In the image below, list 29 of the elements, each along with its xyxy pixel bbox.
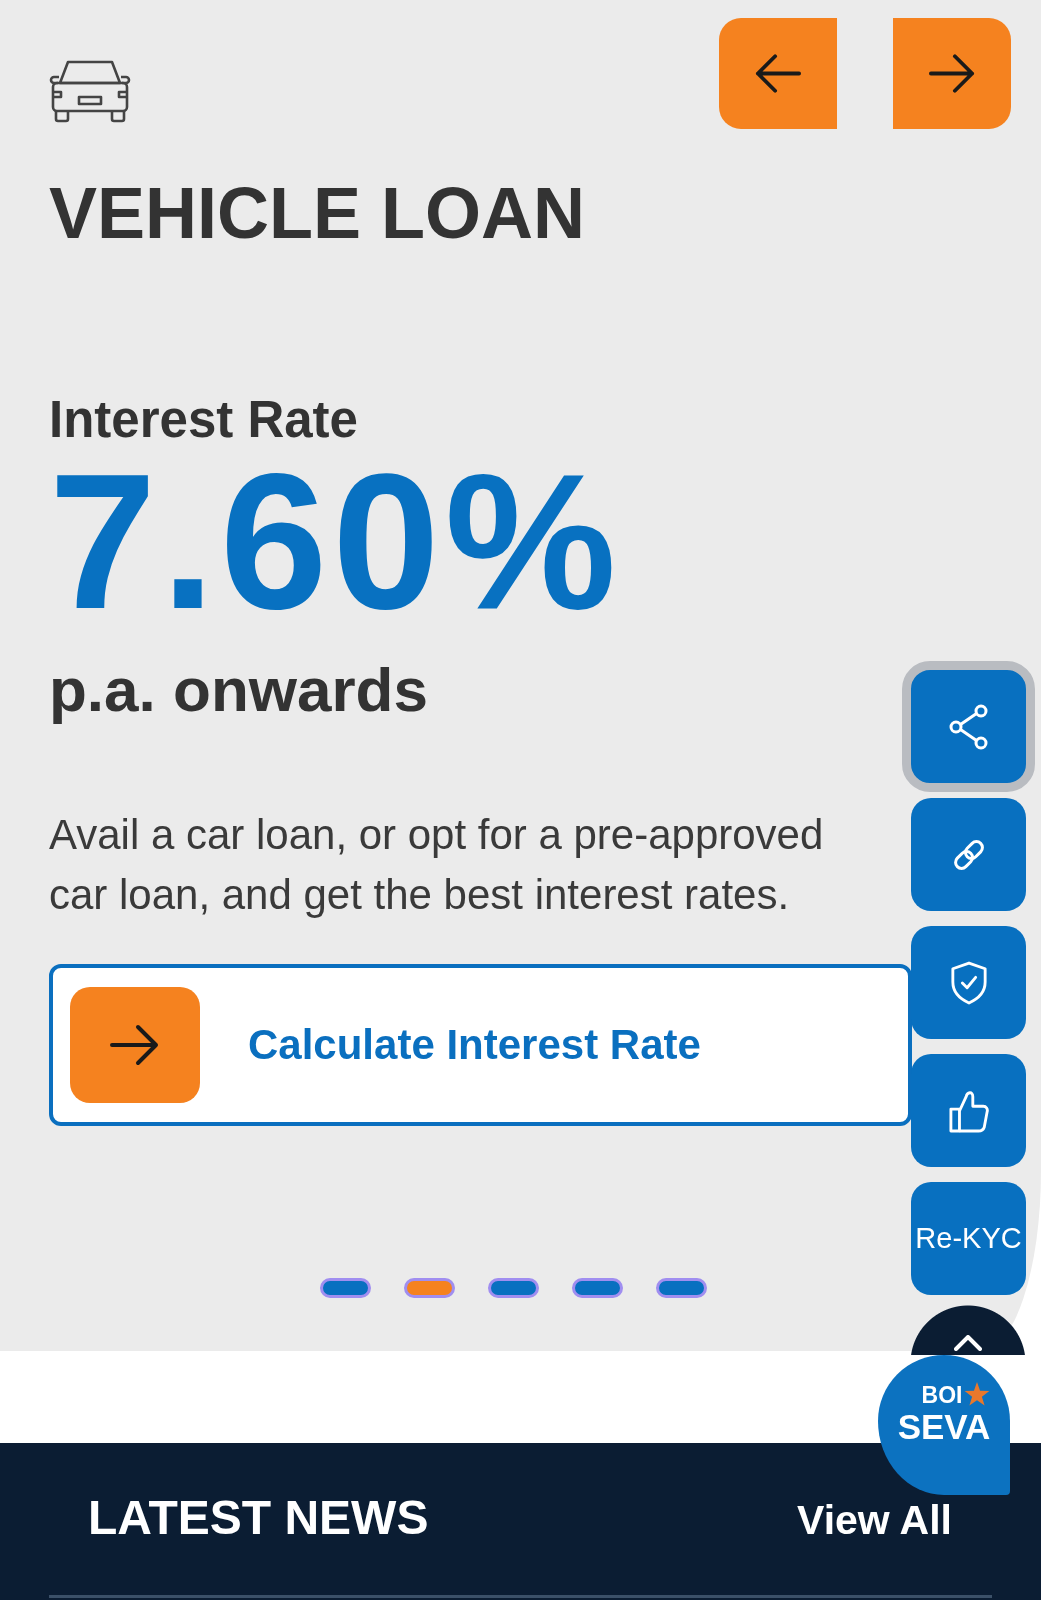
shield-check-icon [949,960,988,1005]
view-all-link[interactable]: View All [797,1496,952,1544]
chevron-up-icon [954,1335,982,1351]
slide-indicator[interactable] [656,1278,707,1298]
slide-indicator[interactable] [572,1278,623,1298]
link-button[interactable] [911,798,1026,911]
share-icon [948,703,989,750]
arrow-right-icon [929,54,975,93]
slide-indicator[interactable] [404,1278,455,1298]
next-button[interactable] [893,18,1011,129]
share-button[interactable] [902,661,1035,792]
like-button[interactable] [911,1054,1026,1167]
previous-button[interactable] [719,18,837,129]
chat-button[interactable]: BOI SEVA [878,1355,1010,1495]
slide-indicator[interactable] [488,1278,539,1298]
arrow-left-icon [755,54,801,93]
section-title: LATEST NEWS [88,1494,429,1542]
calculate-interest-rate-button[interactable]: Calculate Interest Rate [49,964,912,1126]
interest-rate-value: 7.60% [49,445,622,638]
rate-label: Interest Rate [49,394,358,445]
thumbs-up-icon [948,1088,989,1133]
security-button[interactable] [911,926,1026,1039]
star-icon [964,1382,991,1407]
loan-title: VEHICLE LOAN [49,177,586,249]
car-icon [49,59,131,124]
description: Avail a car loan, or opt for a pre-approved car loan, and get the best interest rates. [49,810,825,920]
re-kyc-button[interactable]: Re-KYC [911,1182,1026,1295]
arrow-right-icon [70,987,200,1103]
slide-indicator[interactable] [320,1278,371,1298]
